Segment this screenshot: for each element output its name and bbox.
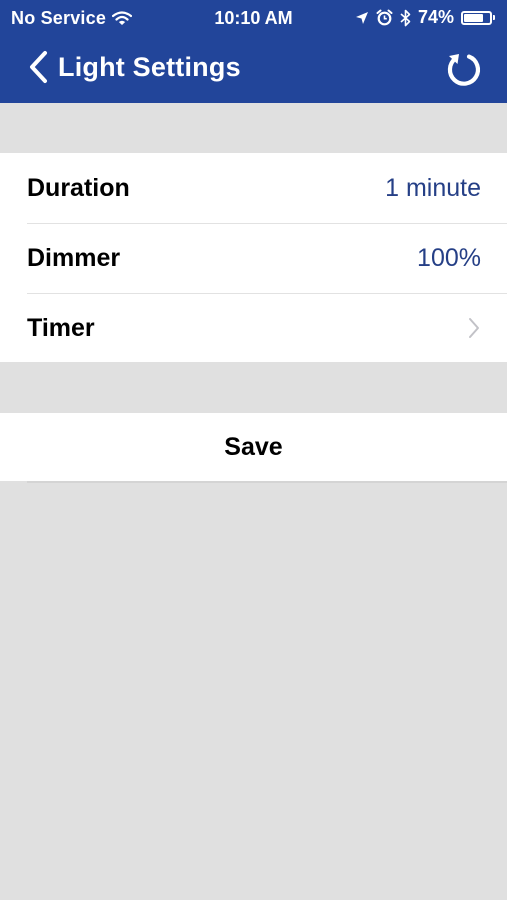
- settings-list: Duration 1 minute Dimmer 100% Timer: [0, 153, 507, 362]
- dimmer-value: 100%: [417, 243, 481, 272]
- duration-value: 1 minute: [385, 173, 481, 202]
- page-title: Light Settings: [58, 51, 241, 82]
- bluetooth-icon: [400, 9, 411, 26]
- refresh-icon: [447, 54, 480, 86]
- back-button[interactable]: Light Settings: [28, 50, 241, 84]
- save-group: Save: [0, 413, 507, 481]
- location-arrow-icon: [355, 11, 368, 24]
- chevron-left-icon: [30, 51, 47, 83]
- app-header: No Service 10:10 AM 74% Light Settings: [0, 0, 507, 103]
- alarm-clock-icon: [376, 9, 393, 26]
- battery-percent: 74%: [417, 7, 454, 27]
- status-right: 74%: [355, 7, 495, 28]
- timer-row[interactable]: Timer: [0, 293, 507, 363]
- dimmer-row[interactable]: Dimmer 100%: [0, 223, 507, 293]
- status-bar: No Service 10:10 AM 74%: [0, 0, 507, 36]
- nav-bar: Light Settings: [0, 40, 507, 100]
- refresh-button[interactable]: [443, 50, 483, 93]
- duration-label: Duration: [27, 173, 130, 202]
- save-button[interactable]: Save: [0, 413, 507, 481]
- battery-icon: [461, 10, 495, 25]
- dimmer-label: Dimmer: [27, 243, 121, 272]
- chevron-right-icon: [469, 318, 479, 338]
- divider: [27, 481, 507, 483]
- timer-label: Timer: [27, 313, 95, 342]
- duration-row[interactable]: Duration 1 minute: [0, 153, 507, 223]
